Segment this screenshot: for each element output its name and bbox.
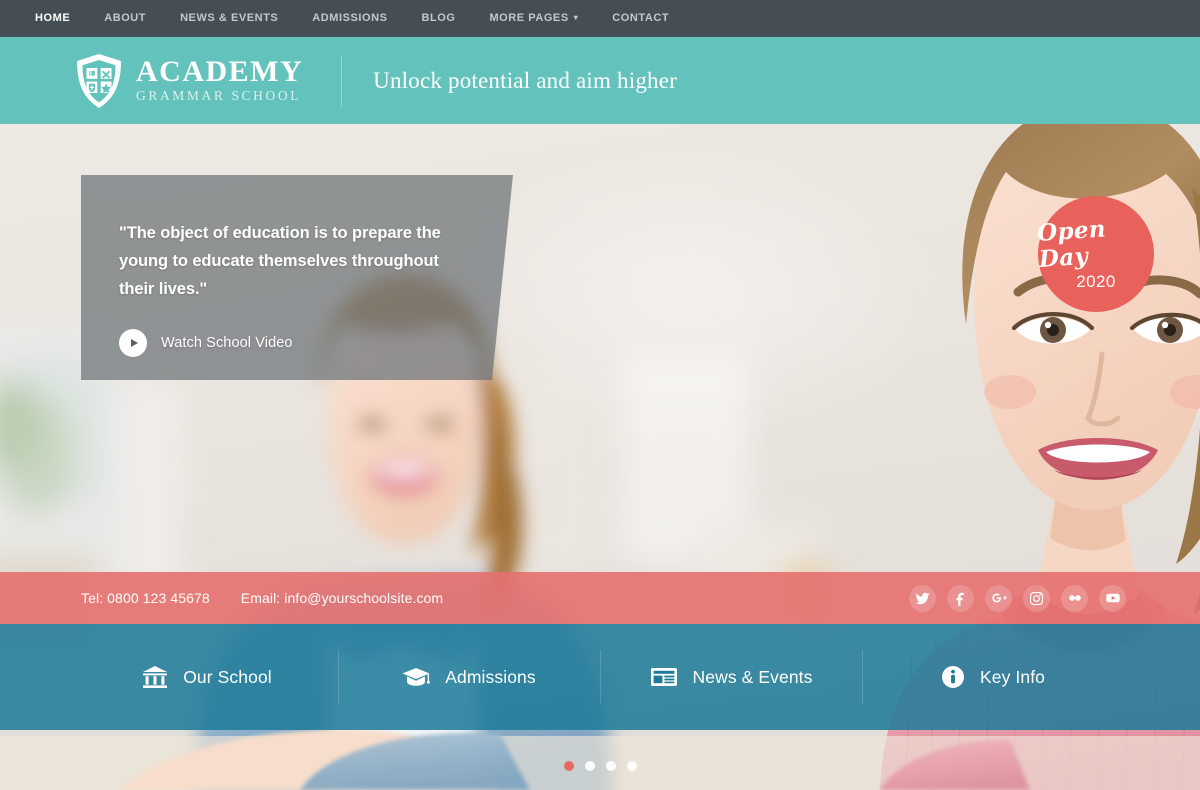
google-plus-icon[interactable] [985,584,1012,612]
brand-divider [341,54,343,107]
quick-link-our-school[interactable]: Our School [76,624,338,730]
quick-link-key-info[interactable]: Key Info [862,624,1124,730]
top-navigation-list: HOME ABOUT NEWS & EVENTS ADMISSIONS BLOG… [0,0,686,37]
nav-item-label: NEWS & EVENTS [180,12,279,24]
carousel-dot-2[interactable] [584,761,595,771]
social-links [909,584,1126,612]
play-icon [119,329,147,357]
nav-item-label: ABOUT [104,12,147,24]
quick-link-news-events[interactable]: News & Events [600,624,862,730]
brand-tagline: Unlock potential and aim higher [373,67,677,93]
carousel-dot-3[interactable] [605,761,616,771]
nav-item-label: MORE PAGES [489,12,569,24]
nav-item-home[interactable]: HOME [18,0,87,37]
nav-item-contact[interactable]: CONTACT [595,0,686,37]
quick-link-label: Our School [183,666,272,687]
carousel-pagination [0,761,1200,771]
contact-email[interactable]: Email: info@yourschoolsite.com [241,590,443,606]
brand-wordmark: ACADEMY GRAMMAR SCHOOL [136,57,303,104]
top-navigation-bar: HOME ABOUT NEWS & EVENTS ADMISSIONS BLOG… [0,0,1200,37]
quick-link-label: News & Events [692,666,813,687]
quick-link-admissions[interactable]: Admissions [338,624,600,730]
facebook-icon[interactable] [947,584,974,612]
chevron-down-icon: ▾ [573,13,579,22]
brand-logo-group[interactable]: ACADEMY GRAMMAR SCHOOL [0,53,303,109]
nav-item-blog[interactable]: BLOG [404,0,472,37]
watch-video-label: Watch School Video [161,335,293,351]
quick-link-label: Admissions [445,666,536,687]
brand-subtitle: GRAMMAR SCHOOL [136,88,302,103]
hero-quote-text: "The object of education is to prepare t… [119,224,441,298]
nav-item-admissions[interactable]: ADMISSIONS [295,0,404,37]
nav-item-label: HOME [35,12,71,24]
flickr-icon[interactable] [1061,584,1088,612]
brand-header-bar: ACADEMY GRAMMAR SCHOOL Unlock potential … [0,37,1200,124]
hero-carousel: "The object of education is to prepare t… [0,124,1200,790]
quick-links-list: Our School Admissions News & Events Key … [0,624,1200,730]
contact-phone[interactable]: Tel: 0800 123 45678 [81,590,210,606]
nav-item-news-events[interactable]: NEWS & EVENTS [163,0,295,37]
instagram-icon[interactable] [1023,584,1050,612]
graduation-cap-icon [402,666,431,688]
quick-link-label: Key Info [979,666,1045,687]
nav-item-label: BLOG [421,12,456,24]
hero-quote-content: "The object of education is to prepare t… [119,219,457,357]
nav-item-label: CONTACT [612,12,670,24]
shield-crest-icon [77,53,121,108]
youtube-icon[interactable] [1099,584,1126,612]
brand-name: ACADEMY [136,55,304,88]
info-circle-icon [941,665,965,689]
open-day-badge[interactable]: Open Day 2020 [1036,196,1154,312]
carousel-dot-1[interactable] [563,761,574,771]
twitter-icon[interactable] [909,584,936,612]
carousel-dot-4[interactable] [626,761,637,771]
open-day-title: Open Day [1036,214,1107,273]
school-homepage: HOME ABOUT NEWS & EVENTS ADMISSIONS BLOG… [0,0,1200,790]
newspaper-icon [650,666,678,688]
nav-item-more-pages[interactable]: MORE PAGES ▾ [472,0,595,37]
hero-quote-panel: "The object of education is to prepare t… [81,175,513,380]
open-day-year: 2020 [1076,271,1116,291]
watch-school-video-link[interactable]: Watch School Video [119,329,457,357]
nav-item-about[interactable]: ABOUT [87,0,163,37]
contact-info-bar: Tel: 0800 123 45678 Email: info@yourscho… [0,572,1200,624]
quick-links-bar: Our School Admissions News & Events Key … [0,624,1200,730]
bank-building-icon [142,665,168,689]
nav-item-label: ADMISSIONS [312,12,388,24]
